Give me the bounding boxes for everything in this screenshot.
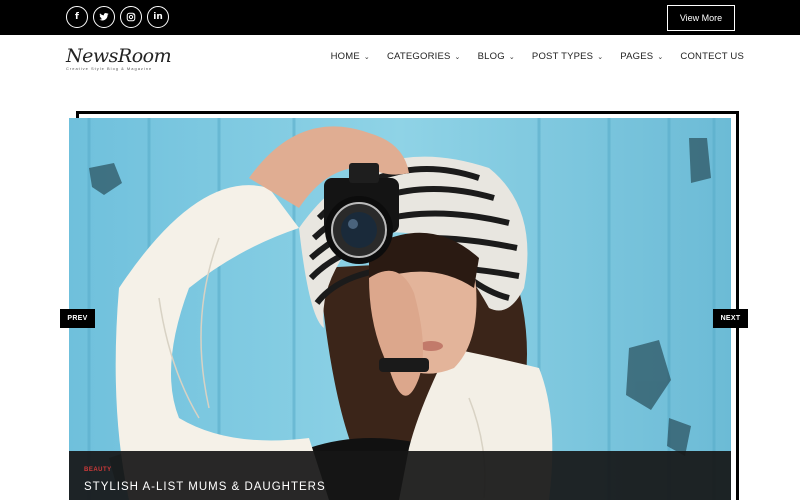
nav-pages-label: PAGES bbox=[620, 51, 654, 62]
slide-category[interactable]: BEAUTY bbox=[84, 467, 112, 473]
social-links: f in bbox=[66, 6, 169, 28]
linkedin-icon[interactable]: in bbox=[147, 6, 169, 28]
slide-title[interactable]: STYLISH A-LIST MUMS & DAUGHTERS bbox=[84, 481, 326, 493]
nav-home[interactable]: HOME ⌄ bbox=[331, 51, 370, 62]
twitter-glyph bbox=[99, 13, 109, 21]
chevron-down-icon: ⌄ bbox=[657, 53, 664, 61]
logo-text: NewsRoom bbox=[66, 45, 172, 67]
nav-categories-label: CATEGORIES bbox=[386, 51, 451, 62]
nav-post-types-label: POST TYPES bbox=[531, 51, 594, 62]
nav-categories[interactable]: CATEGORIES ⌄ bbox=[387, 51, 461, 62]
instagram-glyph bbox=[126, 12, 136, 22]
slide-caption[interactable]: BEAUTY STYLISH A-LIST MUMS & DAUGHTERS bbox=[69, 451, 731, 500]
chevron-down-icon: ⌄ bbox=[363, 53, 370, 61]
nav-pages[interactable]: PAGES ⌄ bbox=[620, 51, 663, 62]
instagram-icon[interactable] bbox=[120, 6, 142, 28]
nav-post-types[interactable]: POST TYPES ⌄ bbox=[532, 51, 603, 62]
chevron-down-icon: ⌄ bbox=[454, 53, 461, 61]
top-bar: f in View More bbox=[0, 0, 800, 35]
main-nav: HOME ⌄ CATEGORIES ⌄ BLOG ⌄ POST TYPES ⌄ PAGE… bbox=[331, 51, 744, 62]
site-header: NewsRoom Creative Style Blog & Magazine … bbox=[0, 35, 800, 85]
hero-illustration bbox=[69, 118, 731, 500]
linkedin-glyph: in bbox=[153, 12, 163, 22]
hero-image bbox=[69, 118, 731, 500]
twitter-icon[interactable] bbox=[93, 6, 115, 28]
nav-contact[interactable]: CONTECT US bbox=[680, 51, 744, 62]
nav-blog[interactable]: BLOG ⌄ bbox=[478, 51, 515, 62]
chevron-down-icon: ⌄ bbox=[597, 53, 604, 61]
nav-home-label: HOME bbox=[330, 51, 360, 62]
site-logo[interactable]: NewsRoom Creative Style Blog & Magazine bbox=[66, 45, 172, 71]
next-button[interactable]: NEXT bbox=[713, 309, 748, 328]
view-more-button[interactable]: View More bbox=[667, 5, 735, 31]
chevron-down-icon: ⌄ bbox=[508, 53, 515, 61]
nav-blog-label: BLOG bbox=[477, 51, 505, 62]
facebook-glyph: f bbox=[75, 12, 79, 22]
facebook-icon[interactable]: f bbox=[66, 6, 88, 28]
prev-button[interactable]: PREV bbox=[60, 309, 95, 328]
nav-contact-label: CONTECT US bbox=[680, 51, 744, 62]
